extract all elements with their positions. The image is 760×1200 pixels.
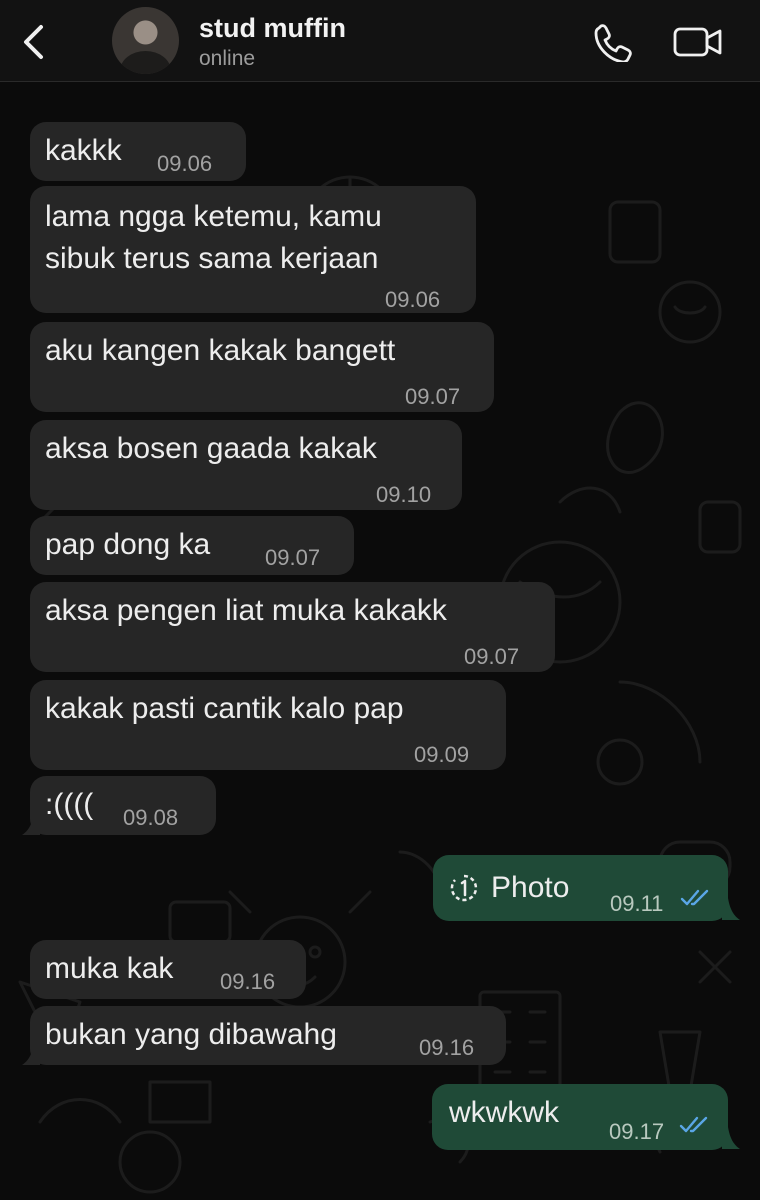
message-time: 09.07 [405,384,461,409]
message-text: lama ngga ketemu, kamu sibuk terus sama … [45,200,382,275]
contact-avatar[interactable] [112,7,179,74]
message-time: 09.11 [610,891,664,916]
message-time: 09.16 [220,969,276,994]
message-bubble-incoming[interactable]: aksa pengen liat muka kakakk 09.07 [30,582,555,672]
message-time: 09.09 [414,742,470,767]
message-bubble-incoming[interactable]: aku kangen kakak bangett 09.07 [30,322,494,412]
message-time: 09.08 [123,805,179,830]
message-text: wkwkwk [449,1096,559,1129]
phone-icon[interactable] [592,22,634,62]
message-time: 09.10 [376,482,432,507]
back-button[interactable] [14,20,54,64]
message-bubble-incoming[interactable]: aksa bosen gaada kakak 09.10 [30,420,462,510]
message-bubble-incoming[interactable]: :(((( 09.08 [30,776,216,835]
double-check-read-icon [679,1116,708,1133]
contact-name[interactable]: stud muffin [199,13,346,44]
message-text: aksa pengen liat muka kakakk [45,594,447,627]
message-time: 09.07 [265,545,321,570]
message-text: bukan yang dibawahg [45,1018,337,1051]
message-text: Photo [491,871,570,904]
message-text: muka kak [45,952,174,985]
message-bubble-outgoing[interactable]: Photo 09.11 [433,855,728,921]
bubble-tail [22,1043,40,1065]
double-check-read-icon [680,889,709,906]
video-camera-icon[interactable] [672,24,724,60]
message-bubble-incoming[interactable]: lama ngga ketemu, kamu sibuk terus sama … [30,186,476,313]
message-time: 09.16 [419,1035,475,1060]
message-text: pap dong ka [45,528,211,561]
back-chevron-icon [24,25,43,59]
message-bubble-incoming[interactable]: bukan yang dibawahg 09.16 [30,1006,506,1065]
message-text: aku kangen kakak bangett [45,334,396,367]
message-text: kakkk [45,134,122,167]
message-time: 09.07 [464,644,520,669]
bubble-tail [722,898,740,920]
bubble-tail [722,1127,740,1149]
view-once-icon [450,874,478,902]
contact-status: online [199,47,256,70]
message-bubble-incoming[interactable]: kakkk 09.06 [30,122,246,181]
message-bubble-incoming[interactable]: muka kak 09.16 [30,940,306,999]
message-bubble-incoming[interactable]: pap dong ka 09.07 [30,516,354,575]
message-bubble-incoming[interactable]: kakak pasti cantik kalo pap 09.09 [30,680,506,770]
message-text: kakak pasti cantik kalo pap [45,692,404,725]
chat-header: stud muffin online [0,0,760,82]
message-bubble-outgoing[interactable]: wkwkwk 09.17 [432,1084,728,1150]
message-time: 09.06 [157,151,213,176]
bubble-tail [22,813,40,835]
message-text: :(((( [45,788,94,821]
message-time: 09.17 [609,1119,665,1144]
message-time: 09.06 [385,287,441,312]
message-text: aksa bosen gaada kakak [45,432,377,465]
